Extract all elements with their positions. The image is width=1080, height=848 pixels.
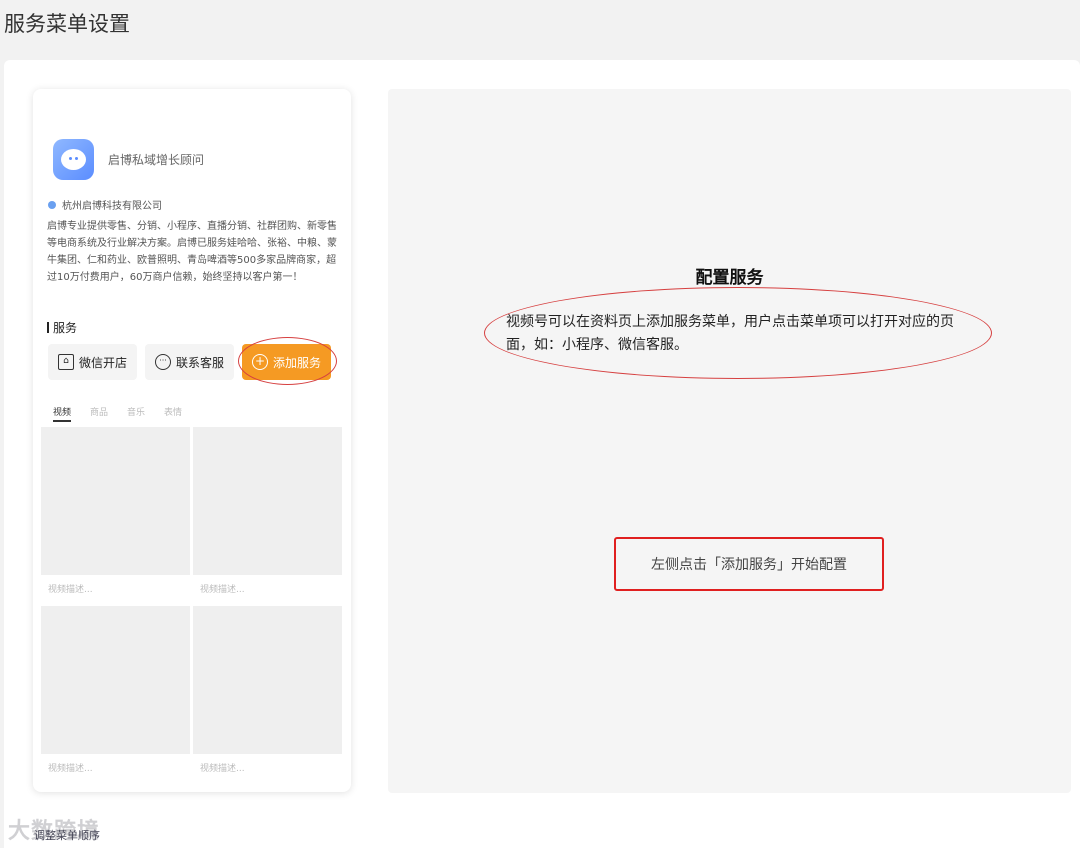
company-name: 杭州启博科技有限公司 <box>62 201 162 212</box>
config-panel: 配置服务 视频号可以在资料页上添加服务菜单，用户点击菜单项可以打开对应的页面，如… <box>388 89 1071 793</box>
tab-stickers[interactable]: 表情 <box>164 405 182 422</box>
account-name: 启博私域增长顾问 <box>108 153 205 167</box>
tab-videos[interactable]: 视频 <box>53 405 72 422</box>
verified-icon <box>48 200 56 209</box>
video-thumbnail <box>193 606 342 754</box>
profile-description: 启博专业提供零售、分销、小程序、直播分销、社群团购、新零售等电商系统及行业解决方… <box>47 221 337 283</box>
video-tile[interactable]: 视频描述... <box>193 427 342 602</box>
chat-bubble-icon: ··· <box>154 354 171 370</box>
video-caption: 视频描述... <box>200 585 245 595</box>
video-caption: 视频描述... <box>48 764 93 774</box>
config-hint: 左侧点击「添加服务」开始配置 <box>614 537 884 591</box>
video-thumbnail <box>41 427 190 575</box>
avatar <box>53 139 94 180</box>
contact-service-button[interactable]: ··· 联系客服 <box>145 344 234 380</box>
adjust-menu-order-link[interactable]: 调整菜单顺序 <box>34 827 100 843</box>
store-icon: ⌂ <box>57 354 74 370</box>
video-thumbnail <box>41 606 190 754</box>
video-caption: 视频描述... <box>200 764 245 774</box>
tab-music[interactable]: 音乐 <box>127 405 145 422</box>
config-description: 视频号可以在资料页上添加服务菜单，用户点击菜单项可以打开对应的页面，如：小程序、… <box>506 314 954 353</box>
video-tile[interactable]: 视频描述... <box>193 606 342 781</box>
verified-company: 杭州启博科技有限公司 <box>48 197 162 212</box>
video-tile[interactable]: 视频描述... <box>41 606 190 781</box>
video-thumbnail <box>193 427 342 575</box>
page-title: 服务菜单设置 <box>4 12 130 36</box>
video-caption: 视频描述... <box>48 585 93 595</box>
add-service-annotation-ellipse <box>238 337 337 385</box>
config-title: 配置服务 <box>695 268 764 288</box>
phone-preview: 启博私域增长顾问 杭州启博科技有限公司 启博专业提供零售、分销、小程序、直播分销… <box>33 89 351 792</box>
services-section-title: 服务 <box>47 319 77 336</box>
video-tile[interactable]: 视频描述... <box>41 427 190 602</box>
tab-products[interactable]: 商品 <box>90 405 108 422</box>
wechat-store-button[interactable]: ⌂ 微信开店 <box>48 344 137 380</box>
content-tabs: 视频 商品 音乐 表情 <box>53 405 182 422</box>
